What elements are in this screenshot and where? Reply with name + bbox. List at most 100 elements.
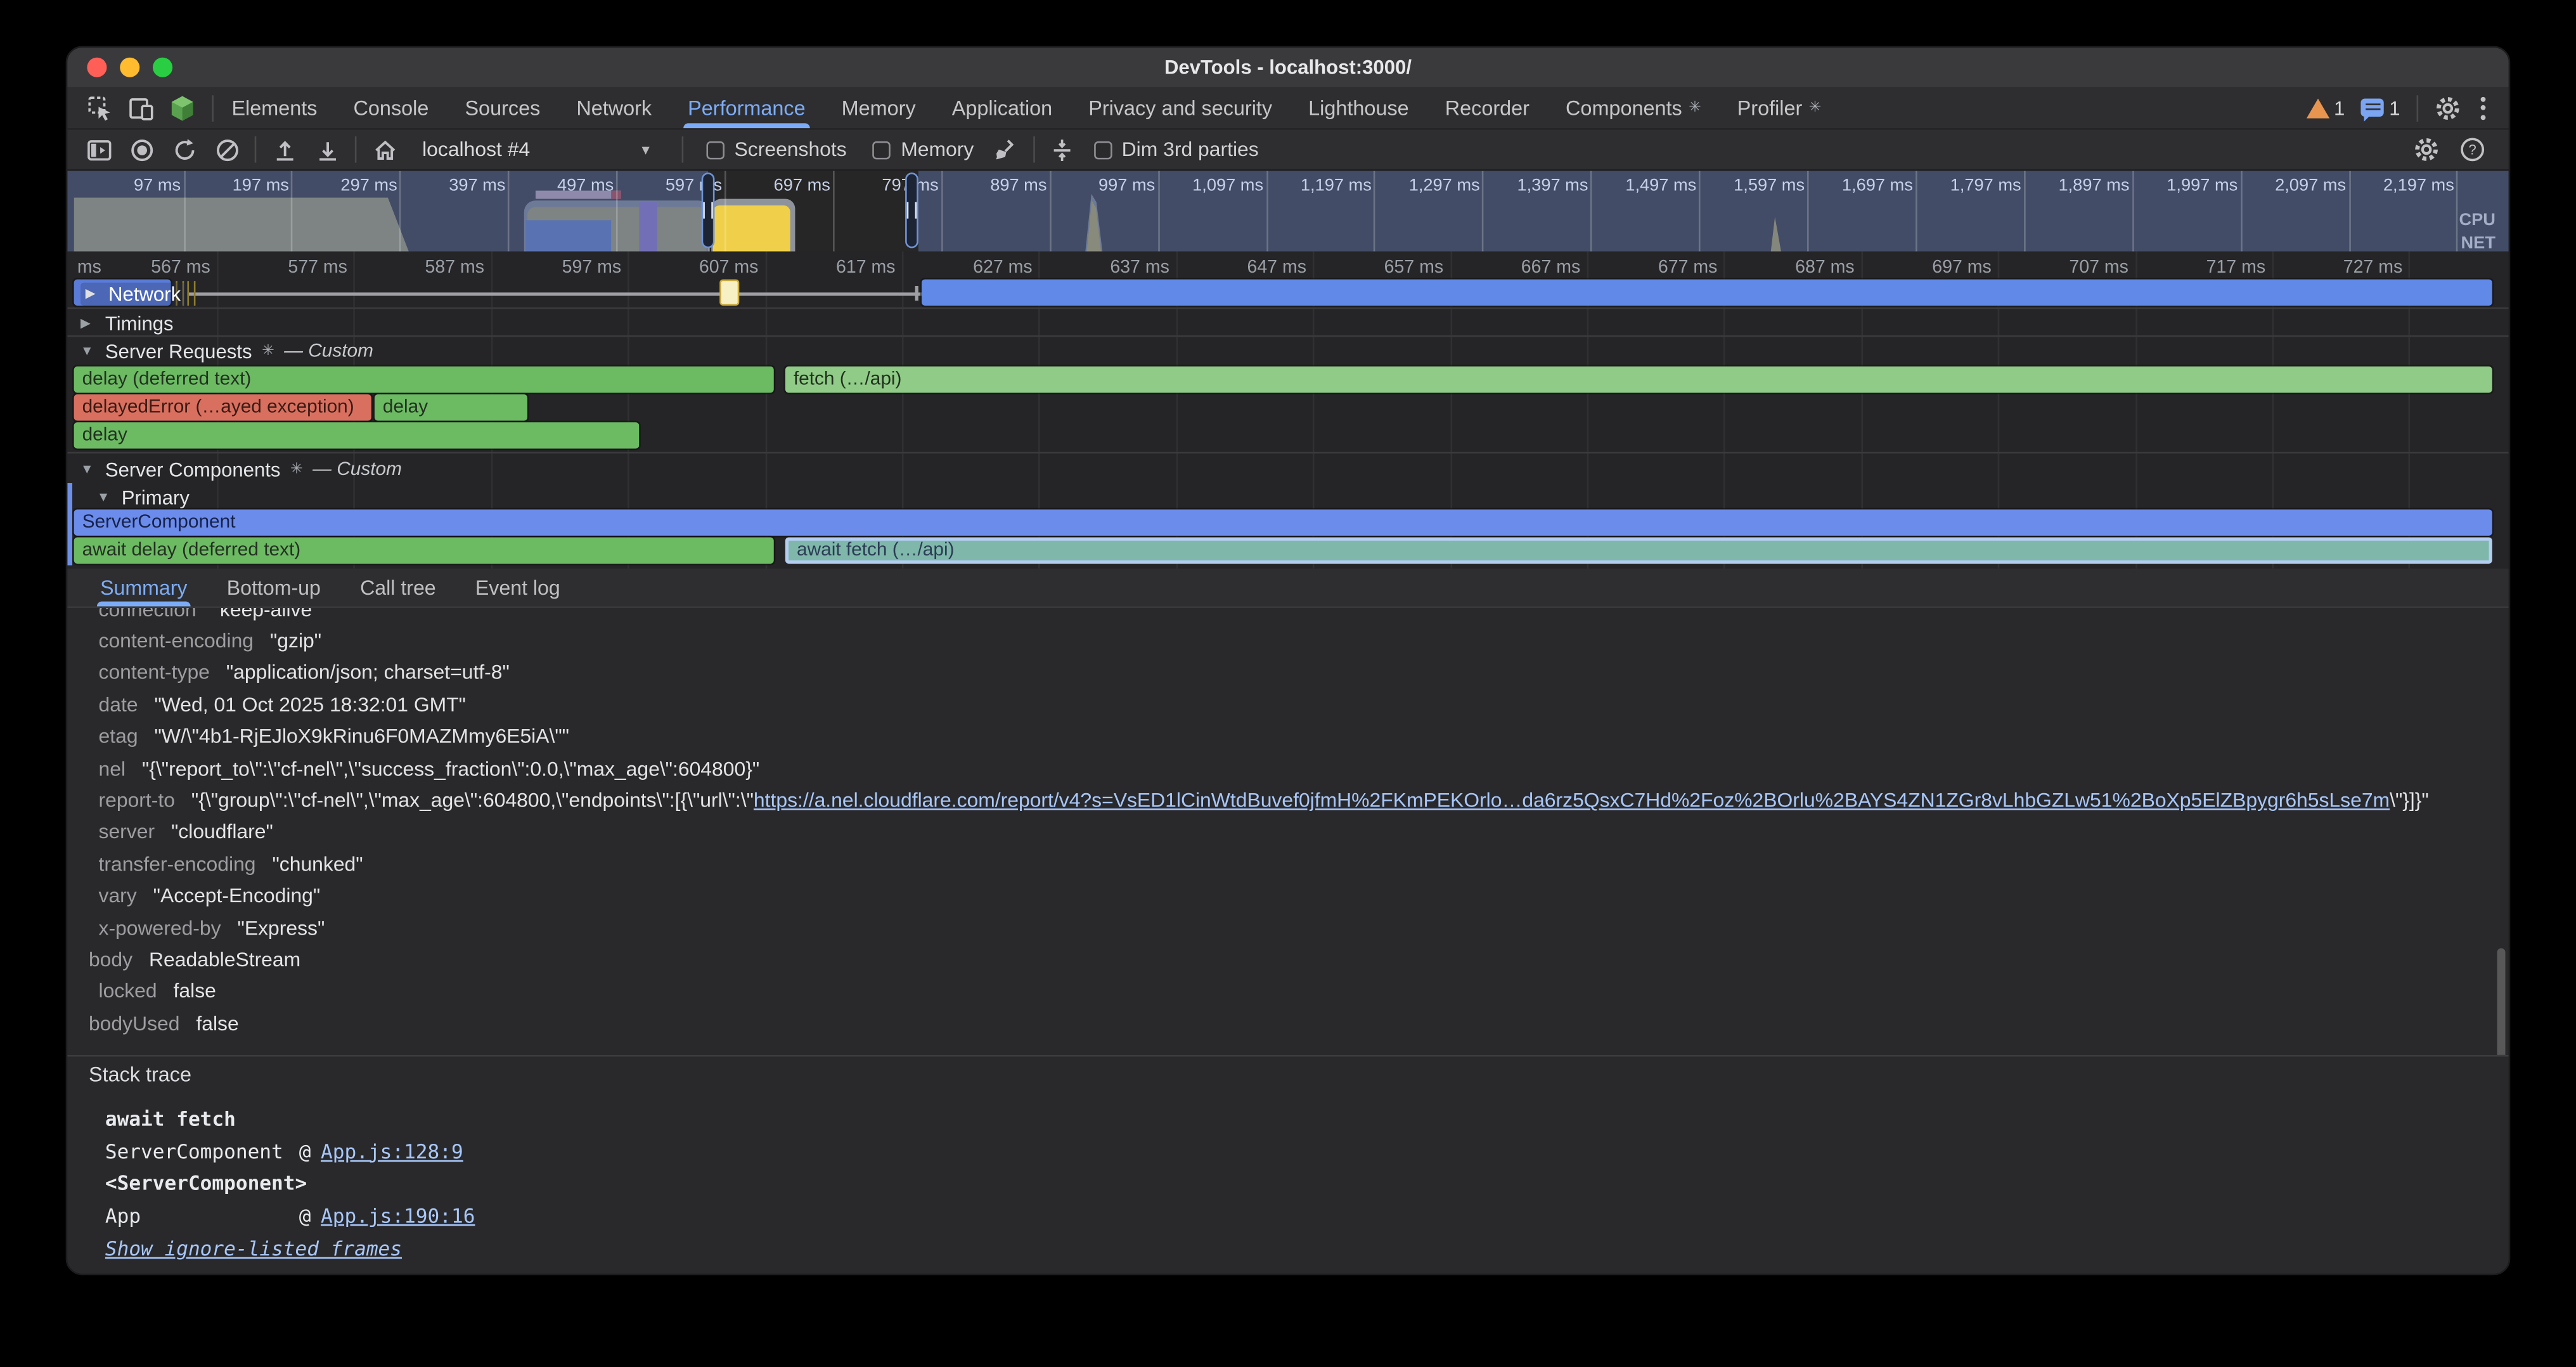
server-components-header[interactable]: ▼ Server Components ✳ — Custom [67, 455, 2508, 483]
show-ignore-listed-frames-link[interactable]: Show ignore-listed frames [105, 1233, 475, 1265]
stack-frame: <ServerComponent> [105, 1168, 475, 1200]
dim-label: Dim 3rd parties [1122, 138, 1259, 161]
overview-tick [1266, 171, 1268, 252]
server-components-row: await delay (deferred text) await fetch (… [67, 538, 2508, 566]
tab-profiler[interactable]: Profiler✳ [1719, 87, 1839, 128]
tab-application[interactable]: Application [934, 87, 1071, 128]
timeline-entry[interactable]: await delay (deferred text) [74, 538, 774, 564]
source-location-link[interactable]: App.js:128:9 [321, 1140, 463, 1163]
timeline-overview[interactable]: 97 ms197 ms297 ms397 ms497 ms597 ms697 m… [67, 171, 2508, 252]
ruler-tick-label: 707 ms [2010, 258, 2128, 278]
timeline-entry[interactable]: delay (deferred text) [74, 366, 774, 392]
tab-performance[interactable]: Performance [670, 87, 823, 128]
messages-badge[interactable]: 1 [2361, 96, 2400, 119]
ruler-tick-label: 717 ms [2147, 258, 2265, 278]
timeline-entry[interactable]: delay [375, 394, 527, 420]
ruler-tick-label: 607 ms [640, 258, 759, 278]
network-track-header[interactable]: ▶ Network [80, 282, 186, 304]
screenshots-checkbox[interactable]: Screenshots [706, 138, 846, 161]
issues-warning-badge[interactable]: 1 [2306, 96, 2345, 119]
stack-frame: await fetch [105, 1103, 475, 1135]
message-count: 1 [2389, 96, 2400, 119]
load-profile-icon[interactable] [266, 133, 302, 166]
save-profile-icon[interactable] [309, 133, 345, 166]
network-track[interactable]: ▶ Network [67, 280, 2508, 308]
history-select[interactable]: localhost #4 ▼ [413, 134, 662, 165]
tab-elements[interactable]: Elements [214, 87, 335, 128]
record-and-reload-icon[interactable] [166, 133, 202, 166]
collapse-icon: ▼ [80, 344, 95, 358]
timeline-entry[interactable]: delay [74, 422, 640, 448]
summary-row: vary"Accept-Encoding" [67, 880, 2508, 912]
stack-frame-name: App [105, 1205, 299, 1228]
toggle-sidebar-icon[interactable] [80, 133, 117, 166]
dim-3rd-parties-checkbox[interactable]: Dim 3rd parties [1094, 138, 1259, 161]
overview-tick [2240, 171, 2242, 252]
overview-left-handle[interactable] [702, 172, 715, 248]
timeline-entry[interactable]: await fetch (…/api) [785, 538, 2492, 564]
ruler-tick-label: 617 ms [777, 258, 896, 278]
overview-tick-label: 1,297 ms [1381, 176, 1480, 195]
timings-track[interactable]: ▶ Timings [67, 309, 2508, 337]
stack-frame-location: @App.js:190:16 [299, 1205, 475, 1228]
overview-tick-label: 497 ms [515, 176, 614, 195]
summary-value: ReadableStream [149, 948, 300, 971]
details-tab-bottom-up[interactable]: Bottom-up [207, 569, 340, 607]
tab-components[interactable]: Components✳ [1548, 87, 1720, 128]
overview-right-handle[interactable] [905, 172, 918, 248]
report-endpoint-link[interactable]: https://a.nel.cloudflare.com/report/v4?s… [754, 789, 2390, 812]
clear-icon[interactable] [209, 133, 245, 166]
capture-settings-gear-icon[interactable] [2413, 136, 2439, 162]
tab-label: Network [576, 96, 652, 119]
ruler-tick-label: 647 ms [1188, 258, 1306, 278]
inspect-element-icon[interactable] [87, 94, 113, 120]
network-track-label: Network [108, 282, 181, 304]
server-requests-header[interactable]: ▼ Server Requests ✳ — Custom [67, 337, 2508, 365]
timeline-entry[interactable] [922, 280, 2492, 306]
summary-row: etag"W/\"4b1-RjEJloX9kRinu6F0MAZMmy6E5iA… [67, 721, 2508, 753]
primary-group-header[interactable]: ▼ Primary [67, 483, 2508, 511]
ruler-tick-label: 627 ms [914, 258, 1033, 278]
garbage-collect-icon[interactable] [987, 133, 1023, 166]
source-location-link[interactable]: App.js:190:16 [321, 1205, 475, 1228]
server-requests-row: delayedError (…ayed exception)delay [67, 394, 2508, 422]
details-tab-event-log[interactable]: Event log [456, 569, 580, 607]
tabbar-right: 1 1 [2306, 93, 2489, 122]
tab-memory[interactable]: Memory [823, 87, 934, 128]
collapse-icon: ▼ [80, 462, 95, 476]
warning-count: 1 [2334, 96, 2345, 119]
timeline-entry[interactable]: ServerComponent [74, 509, 2492, 535]
tab-console[interactable]: Console [335, 87, 447, 128]
tab-recorder[interactable]: Recorder [1427, 87, 1547, 128]
ruler-tick-label: 727 ms [2284, 258, 2403, 278]
overview-tick [941, 171, 943, 252]
device-toolbar-icon[interactable] [128, 94, 154, 120]
details-tab-call-tree[interactable]: Call tree [340, 569, 456, 607]
stack-frame: ServerComponent@App.js:128:9 [105, 1135, 475, 1167]
help-icon[interactable]: ? [2459, 136, 2485, 162]
record-icon[interactable] [123, 133, 159, 166]
timeline-entry[interactable]: delayedError (…ayed exception) [74, 394, 371, 420]
summary-value: \"}]}" [2390, 789, 2429, 812]
memory-checkbox[interactable]: Memory [873, 138, 974, 161]
settings-gear-icon[interactable] [2435, 94, 2461, 120]
tab-label: Elements [231, 96, 317, 119]
scrollbar-thumb[interactable] [2497, 948, 2506, 1054]
tab-privacy-and-security[interactable]: Privacy and security [1071, 87, 1291, 128]
more-options-icon[interactable] [2477, 93, 2489, 122]
overview-tick [508, 171, 510, 252]
timeline-entry[interactable]: fetch (…/api) [785, 366, 2492, 392]
tab-label: Application [952, 96, 1053, 119]
timeline-entry[interactable] [719, 280, 739, 306]
home-icon[interactable] [366, 133, 402, 166]
timeline-tracks: ms 567 ms577 ms587 ms597 ms607 ms617 ms6… [67, 252, 2508, 569]
warning-icon [2306, 98, 2329, 117]
summary-key: bodyUsed [89, 1012, 180, 1035]
tab-lighthouse[interactable]: Lighthouse [1291, 87, 1427, 128]
memory-label: Memory [901, 138, 974, 161]
react-devtools-icon [169, 94, 195, 120]
details-tab-summary[interactable]: Summary [80, 569, 207, 607]
tab-sources[interactable]: Sources [447, 87, 558, 128]
collapse-tracks-icon[interactable] [1045, 133, 1081, 166]
tab-network[interactable]: Network [558, 87, 670, 128]
